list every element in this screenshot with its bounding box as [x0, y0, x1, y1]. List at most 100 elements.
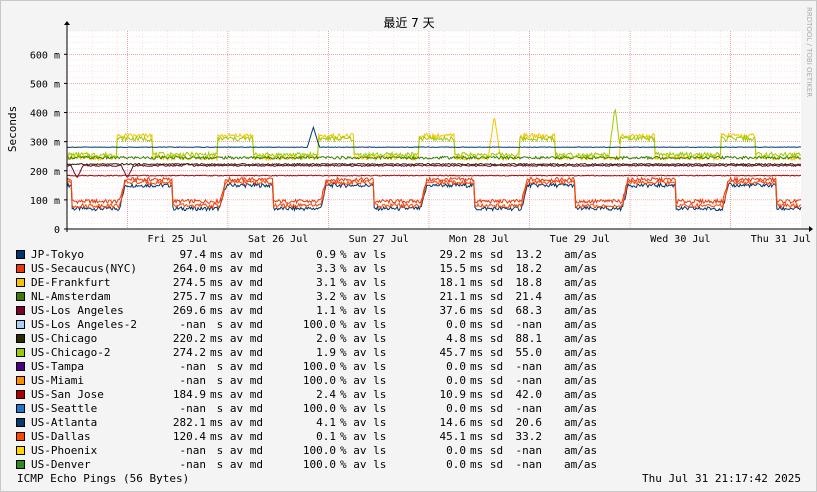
smokeping-graph: 最近 7 天 Seconds RRDTOOL / TOBI OETIKER 0 1… [0, 0, 817, 492]
legend-median-unit: ms av md [210, 248, 263, 261]
legend-amas-unit: am/as [564, 318, 598, 331]
legend-median-unit: ms av md [210, 332, 263, 345]
legend-avg: 10.9 [439, 388, 467, 401]
legend-name: US-Los Angeles [31, 304, 124, 317]
legend-median: -nan [179, 318, 207, 331]
latency-chart: 最近 7 天 Seconds RRDTOOL / TOBI OETIKER 0 1… [6, 7, 813, 245]
legend-loss-unit: % av ls [340, 276, 387, 289]
x-axis-arrow [809, 226, 813, 232]
legend-loss-unit: % av ls [340, 402, 387, 415]
legend-avg: 45.7 [439, 346, 467, 359]
legend-amas-unit: am/as [564, 248, 598, 261]
legend-sd: -nan [515, 458, 543, 471]
legend-loss-unit: % av ls [340, 248, 387, 261]
footer-probe-label: ICMP Echo Pings (56 Bytes) [17, 472, 190, 485]
legend-swatch [16, 404, 25, 413]
legend-name: US-Seattle [31, 402, 98, 415]
y-axis-label: Seconds [6, 106, 19, 152]
legend-amas-unit: am/as [564, 430, 598, 443]
legend-loss-unit: % av ls [340, 346, 387, 359]
legend-swatch [16, 292, 25, 301]
legend-median: -nan [179, 458, 207, 471]
legend-loss-unit: % av ls [340, 262, 387, 275]
legend-avg: 4.8 [446, 332, 466, 345]
legend-loss: 100.0 [302, 374, 336, 387]
legend-loss-unit: % av ls [340, 416, 387, 429]
legend-loss: 4.1 [316, 416, 336, 429]
legend-amas-unit: am/as [564, 402, 598, 415]
legend-avg: 0.0 [446, 458, 466, 471]
legend-avg: 0.0 [446, 402, 466, 415]
rrdtool-watermark: RRDTOOL / TOBI OETIKER [805, 7, 813, 97]
legend-avg: 0.0 [446, 318, 466, 331]
legend-amas-unit: am/as [564, 444, 598, 457]
legend-row: US-Chicago-2 274.2 ms av md 1.9% av ls 45.7 m… [16, 346, 636, 360]
legend-median-unit: s av md [210, 318, 263, 331]
x-tick-label: Tue 29 Jul [550, 234, 610, 245]
legend-sd: 21.4 [515, 290, 543, 303]
x-tick-label: Thu 31 Jul [751, 234, 811, 245]
legend-amas-unit: am/as [564, 458, 598, 471]
legend-swatch [16, 320, 25, 329]
legend-row: US-Los Angeles 269.6 ms av md 1.1 % av ls 37.… [16, 304, 636, 318]
legend-loss-unit: % av ls [340, 304, 387, 317]
legend-median-unit: ms av md [210, 276, 263, 289]
legend-loss: 0.1 [316, 430, 336, 443]
legend-amas-unit: am/as [564, 332, 598, 345]
legend-row: DE-Frankfurt 274.5 ms av md 3.1% av ls 18.1 m… [16, 276, 636, 290]
legend-swatch [16, 390, 25, 399]
legend-swatch [16, 264, 25, 273]
legend-avg: 21.1 [439, 290, 467, 303]
legend-swatch [16, 376, 25, 385]
legend-name: US-Los Angeles-2 [31, 318, 137, 331]
legend-row: US-Los Angeles-2 -nan s av md 100.0 % av ls… [16, 318, 636, 332]
legend-loss-unit: % av ls [340, 458, 387, 471]
legend-swatch [16, 446, 25, 455]
legend-median: 274.2 [172, 346, 206, 359]
legend-sd: 20.6 [515, 416, 543, 429]
legend-sd: -nan [515, 402, 543, 415]
legend-amas-unit: am/as [564, 304, 598, 317]
legend-loss-unit: % av ls [340, 318, 387, 331]
legend-loss: 3.3 [316, 262, 336, 275]
legend-loss: 1.9 [316, 346, 336, 359]
legend-median-unit: ms av md [210, 346, 263, 359]
legend-sd: 33.2 [515, 430, 543, 443]
legend-loss: 100.0 [302, 360, 336, 373]
x-tick-label: Mon 28 Jul [449, 234, 509, 245]
legend-avg: 15.5 [439, 262, 467, 275]
legend-avg: 37.6 [439, 304, 467, 317]
legend-sd: -nan [515, 374, 543, 387]
legend-row: NL-Amsterdam 275.7 ms av md 3.2% av ls 21.1 m… [16, 290, 636, 304]
legend-row: US-Secaucus(NYC) 264.0 ms av md 3.3 % av ls 1… [16, 262, 636, 276]
legend-name: US-Tampa [31, 360, 84, 373]
legend-row: JP-Tokyo 97.4 ms av md 0.9% av ls 29.2 ms sd 1… [16, 248, 636, 262]
legend-avg: 14.6 [439, 416, 467, 429]
legend-median-unit: s av md [210, 360, 263, 373]
legend-loss: 1.1 [316, 304, 336, 317]
legend-median: -nan [179, 444, 207, 457]
legend-sd: -nan [515, 318, 543, 331]
legend-loss: 2.0 [316, 332, 336, 345]
legend-name: US-Secaucus(NYC) [31, 262, 137, 275]
legend-name: US-Miami [31, 374, 84, 387]
legend-sd: -nan [515, 444, 543, 457]
x-tick-label: Wed 30 Jul [650, 234, 710, 245]
y-tick-label: 400 m [30, 109, 60, 120]
legend-swatch [16, 278, 25, 287]
y-tick-label: 0 [54, 225, 60, 236]
y-tick-label: 600 m [30, 50, 60, 61]
legend-row: US-Chicago 220.2 ms av md 2.0% av ls 4.8 ms s… [16, 332, 636, 346]
legend-amas-unit: am/as [564, 346, 598, 359]
chart-title: 最近 7 天 [383, 16, 434, 30]
legend-avg: 18.1 [439, 276, 467, 289]
legend-name: DE-Frankfurt [31, 276, 111, 289]
legend-row: US-Phoenix -nan s av md 100.0% av ls 0.0 ms … [16, 444, 636, 458]
footer-timestamp: Thu Jul 31 21:17:42 2025 [642, 472, 801, 485]
legend-median: 120.4 [172, 430, 206, 443]
legend-row: US-Atlanta 282.1 ms av md 4.1% av ls 14.6 ms … [16, 416, 636, 430]
legend-median: -nan [179, 360, 207, 373]
legend-median: 220.2 [172, 332, 206, 345]
y-tick-label: 500 m [30, 79, 60, 90]
legend-median-unit: ms av md [210, 416, 263, 429]
